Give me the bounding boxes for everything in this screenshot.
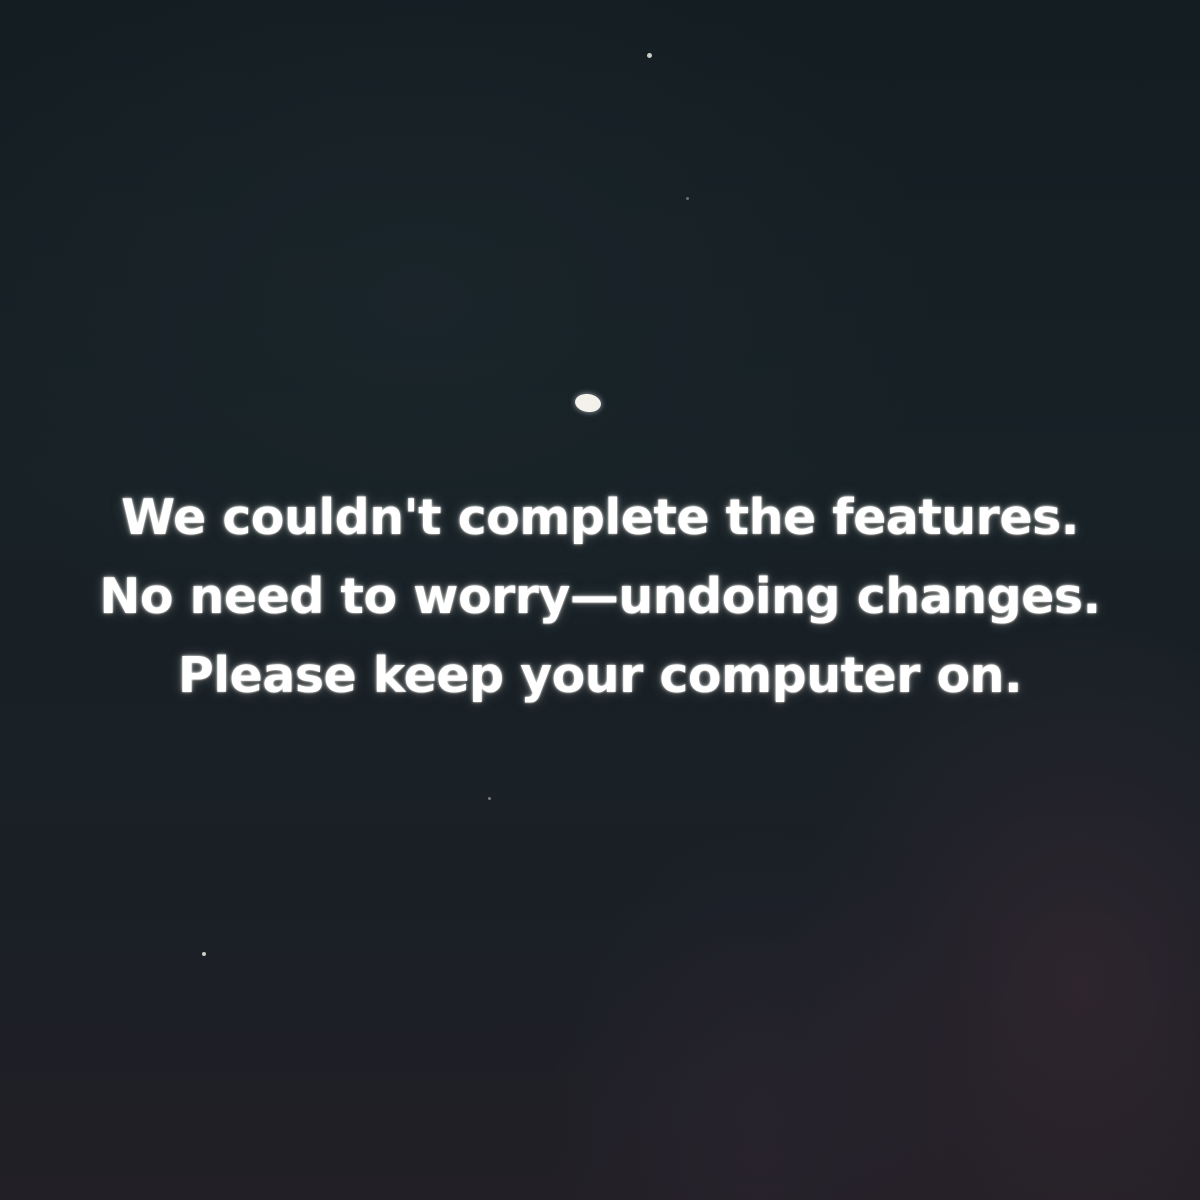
spinner-dot-icon [573, 392, 603, 414]
status-message: We couldn't complete the features. No ne… [40, 478, 1160, 715]
status-message-line-1: We couldn't complete the features. [121, 489, 1079, 546]
status-message-line-3: Please keep your computer on. [177, 647, 1023, 704]
status-message-line-2: No need to worry—undoing changes. [99, 568, 1101, 625]
screen-speck [686, 197, 689, 200]
screen-speck [647, 53, 652, 58]
screen-speck [202, 952, 206, 956]
screen-speck [488, 797, 491, 800]
update-rollback-screen: We couldn't complete the features. No ne… [0, 0, 1200, 1200]
